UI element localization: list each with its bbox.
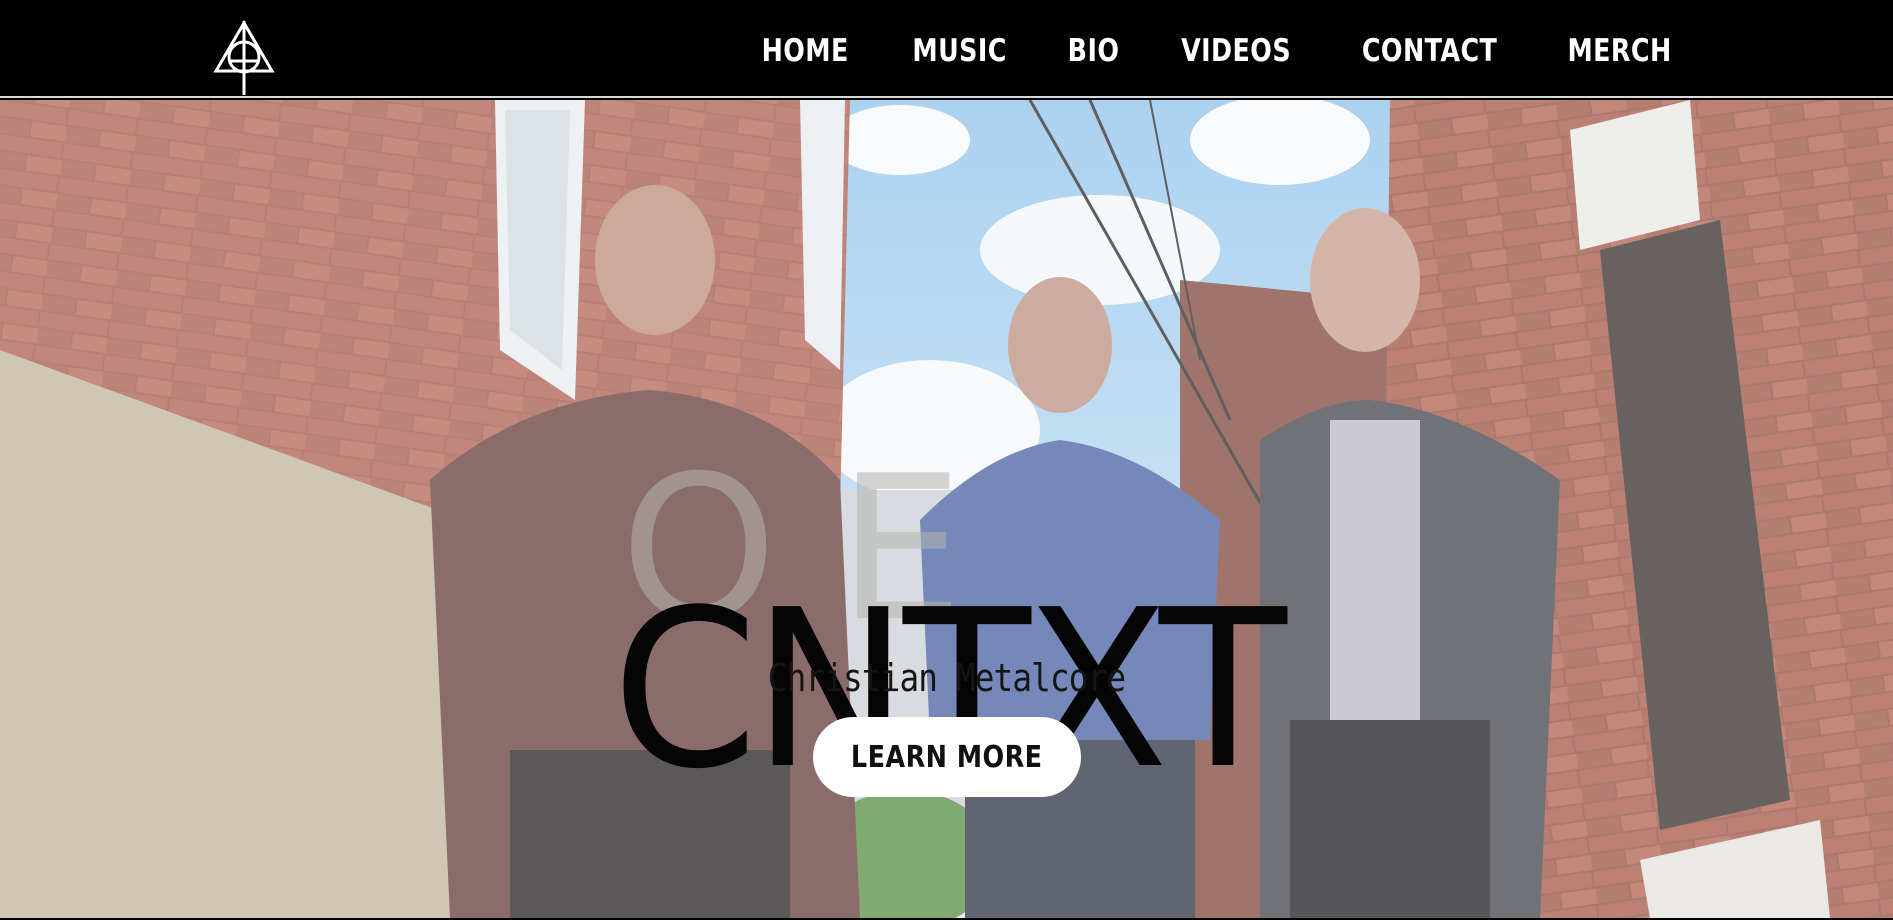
nav-bio[interactable]: BIO [1067,33,1119,69]
nav-home[interactable]: HOME [762,33,849,69]
learn-more-label: LEARN MORE [851,739,1043,775]
nav-merch[interactable]: MERCH [1567,33,1671,69]
genre-tagline: Christian Metalcore [767,656,1126,700]
nav-music[interactable]: MUSIC [913,33,1007,69]
band-cross-logo-icon[interactable] [212,19,276,97]
main-nav: HOME MUSIC BIO VIDEOS CONTACT MERCH [752,5,1683,96]
page: HOME MUSIC BIO VIDEOS CONTACT MERCH OE C… [0,0,1893,920]
hero-section: OE CNTXT Christian Metalcore LEARN MORE [0,100,1893,918]
nav-videos[interactable]: VIDEOS [1181,33,1291,69]
site-header: HOME MUSIC BIO VIDEOS CONTACT MERCH [0,5,1893,98]
learn-more-button[interactable]: LEARN MORE [813,717,1081,797]
nav-contact[interactable]: CONTACT [1362,33,1497,69]
